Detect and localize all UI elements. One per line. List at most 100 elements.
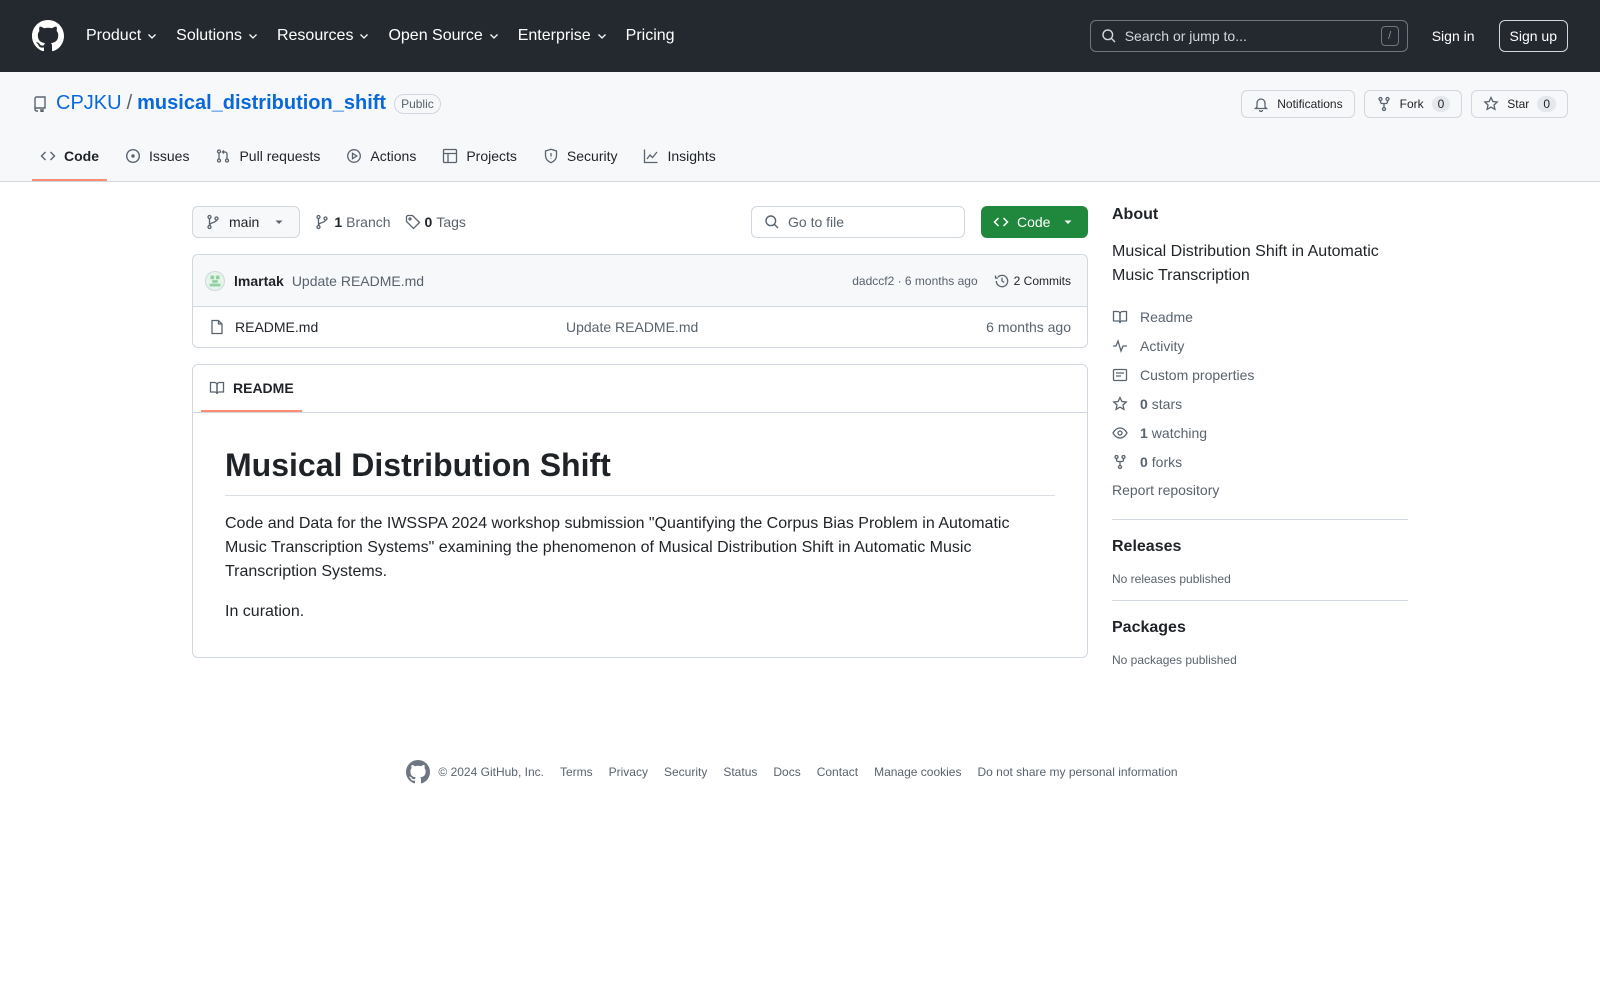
- nav-solutions[interactable]: Solutions: [176, 27, 259, 45]
- report-repository-link[interactable]: Report repository: [1112, 476, 1408, 505]
- nav-resources[interactable]: Resources: [277, 27, 370, 45]
- search-shortcut-key: /: [1380, 26, 1399, 46]
- readme-panel: README Musical Distribution Shift Code a…: [192, 364, 1088, 658]
- tab-actions[interactable]: Actions: [338, 133, 424, 181]
- star-icon: [1112, 395, 1128, 411]
- footer-link-docs[interactable]: Docs: [773, 765, 800, 779]
- file-table: lmartak Update README.md dadccf2 · 6 mon…: [192, 254, 1088, 348]
- repo-path-separator: /: [126, 92, 133, 114]
- github-logo-icon[interactable]: [406, 760, 431, 784]
- nav-enterprise[interactable]: Enterprise: [518, 27, 608, 45]
- fork-button[interactable]: Fork 0: [1363, 90, 1463, 118]
- packages-heading[interactable]: Packages: [1112, 619, 1408, 637]
- caret-down-icon: [1064, 220, 1072, 224]
- custom-properties-link[interactable]: Custom properties: [1112, 360, 1408, 389]
- footer-link-contact[interactable]: Contact: [817, 765, 858, 779]
- commits-count-label: 2 Commits: [1013, 273, 1071, 288]
- nav-pricing[interactable]: Pricing: [626, 27, 675, 45]
- forks-link[interactable]: 0 forks: [1112, 447, 1408, 476]
- tab-issues-label: Issues: [149, 148, 190, 164]
- releases-empty-text: No releases published: [1112, 572, 1231, 586]
- repo-tabs: Code Issues Pull requests Actions Projec…: [32, 133, 734, 181]
- github-logo-icon[interactable]: [32, 20, 64, 52]
- caret-down-icon: [275, 220, 283, 224]
- visibility-badge: Public: [394, 93, 441, 114]
- history-icon: [994, 274, 1008, 287]
- star-icon: [1483, 96, 1499, 111]
- star-label: Star: [1507, 97, 1530, 111]
- file-name-link[interactable]: README.md: [235, 319, 566, 335]
- packages-section: Packages No packages published: [1112, 600, 1408, 667]
- repo-owner-link[interactable]: CPJKU: [56, 92, 122, 115]
- footer-link-privacy[interactable]: Privacy: [609, 765, 648, 779]
- chevron-down-icon: [360, 34, 369, 39]
- readme-tabs: README: [193, 365, 1087, 413]
- sign-in-link[interactable]: Sign in: [1432, 28, 1475, 44]
- nav-product[interactable]: Product: [86, 27, 158, 45]
- tab-issues[interactable]: Issues: [117, 133, 197, 181]
- shield-icon: [544, 148, 558, 164]
- branch-select-button[interactable]: main: [192, 206, 301, 238]
- code-icon: [993, 217, 1009, 227]
- branch-count: 1: [334, 214, 343, 230]
- global-nav: Product Solutions Resources Open Source …: [86, 27, 693, 45]
- branch-icon: [316, 214, 329, 230]
- tab-code[interactable]: Code: [32, 133, 107, 181]
- file-commit-message[interactable]: Update README.md: [566, 319, 698, 335]
- code-dropdown-button[interactable]: Code: [981, 206, 1088, 238]
- nav-pricing-label: Pricing: [625, 27, 675, 44]
- releases-heading[interactable]: Releases: [1112, 538, 1408, 556]
- file-navigation: main 1 Branch 0 Tags Go to file Code: [192, 206, 1088, 238]
- commits-link[interactable]: 2 Commits: [994, 273, 1071, 289]
- chevron-down-icon: [489, 34, 498, 39]
- fork-icon: [1377, 96, 1390, 112]
- commit-meta[interactable]: dadccf2 · 6 months ago: [852, 274, 977, 288]
- activity-link[interactable]: Activity: [1112, 331, 1408, 360]
- go-to-file-input[interactable]: Go to file: [751, 206, 965, 238]
- readme-tab-label: README: [233, 379, 294, 396]
- star-button[interactable]: Star 0: [1471, 90, 1568, 118]
- watching-count: 1: [1140, 424, 1148, 441]
- branch-label: Branch: [346, 214, 391, 230]
- chevron-down-icon: [597, 34, 606, 39]
- tab-pull-requests[interactable]: Pull requests: [207, 133, 328, 181]
- global-search-input[interactable]: Search or jump to... /: [1089, 20, 1408, 52]
- repo-icon: [34, 95, 46, 112]
- sign-up-button[interactable]: Sign up: [1498, 20, 1568, 52]
- commit-author[interactable]: lmartak: [234, 273, 284, 289]
- tab-security[interactable]: Security: [535, 133, 626, 181]
- readme-link[interactable]: Readme: [1112, 302, 1408, 331]
- footer-link-security[interactable]: Security: [664, 765, 707, 779]
- readme-title: Musical Distribution Shift: [225, 445, 1055, 496]
- repo-name-link[interactable]: musical_distribution_shift: [137, 92, 386, 115]
- play-icon: [347, 149, 362, 163]
- pulse-icon: [1113, 338, 1127, 353]
- file-commit-time: 6 months ago: [986, 319, 1071, 335]
- tags-link[interactable]: 0 Tags: [405, 214, 466, 230]
- avatar[interactable]: [205, 270, 225, 291]
- branches-link[interactable]: 1 Branch: [314, 214, 391, 230]
- code-icon: [40, 151, 56, 161]
- nav-open-source[interactable]: Open Source: [388, 27, 499, 45]
- footer-link-manage-cookies[interactable]: Manage cookies: [874, 765, 961, 779]
- search-icon: [765, 215, 779, 229]
- notifications-button[interactable]: Notifications: [1241, 90, 1355, 118]
- tab-readme[interactable]: README: [201, 365, 302, 412]
- tab-security-label: Security: [566, 148, 618, 164]
- branch-icon: [207, 214, 219, 230]
- tab-projects[interactable]: Projects: [434, 133, 525, 181]
- commit-message[interactable]: Update README.md: [292, 273, 424, 289]
- book-icon: [1112, 310, 1128, 323]
- stars-link[interactable]: 0 stars: [1112, 389, 1408, 418]
- pull-request-icon: [217, 149, 230, 163]
- watchers-link[interactable]: 1 watching: [1112, 418, 1408, 447]
- footer-link-status[interactable]: Status: [723, 765, 757, 779]
- footer-link-do-not-share[interactable]: Do not share my personal information: [977, 765, 1177, 779]
- notifications-label: Notifications: [1277, 97, 1343, 111]
- repo-header: CPJKU / musical_distribution_shift Publi…: [0, 72, 1600, 182]
- table-row[interactable]: README.md Update README.md 6 months ago: [193, 307, 1087, 347]
- tab-pull-requests-label: Pull requests: [239, 148, 321, 164]
- footer-link-terms[interactable]: Terms: [560, 765, 593, 779]
- tab-insights[interactable]: Insights: [635, 133, 723, 181]
- latest-commit: lmartak Update README.md dadccf2 · 6 mon…: [193, 255, 1087, 307]
